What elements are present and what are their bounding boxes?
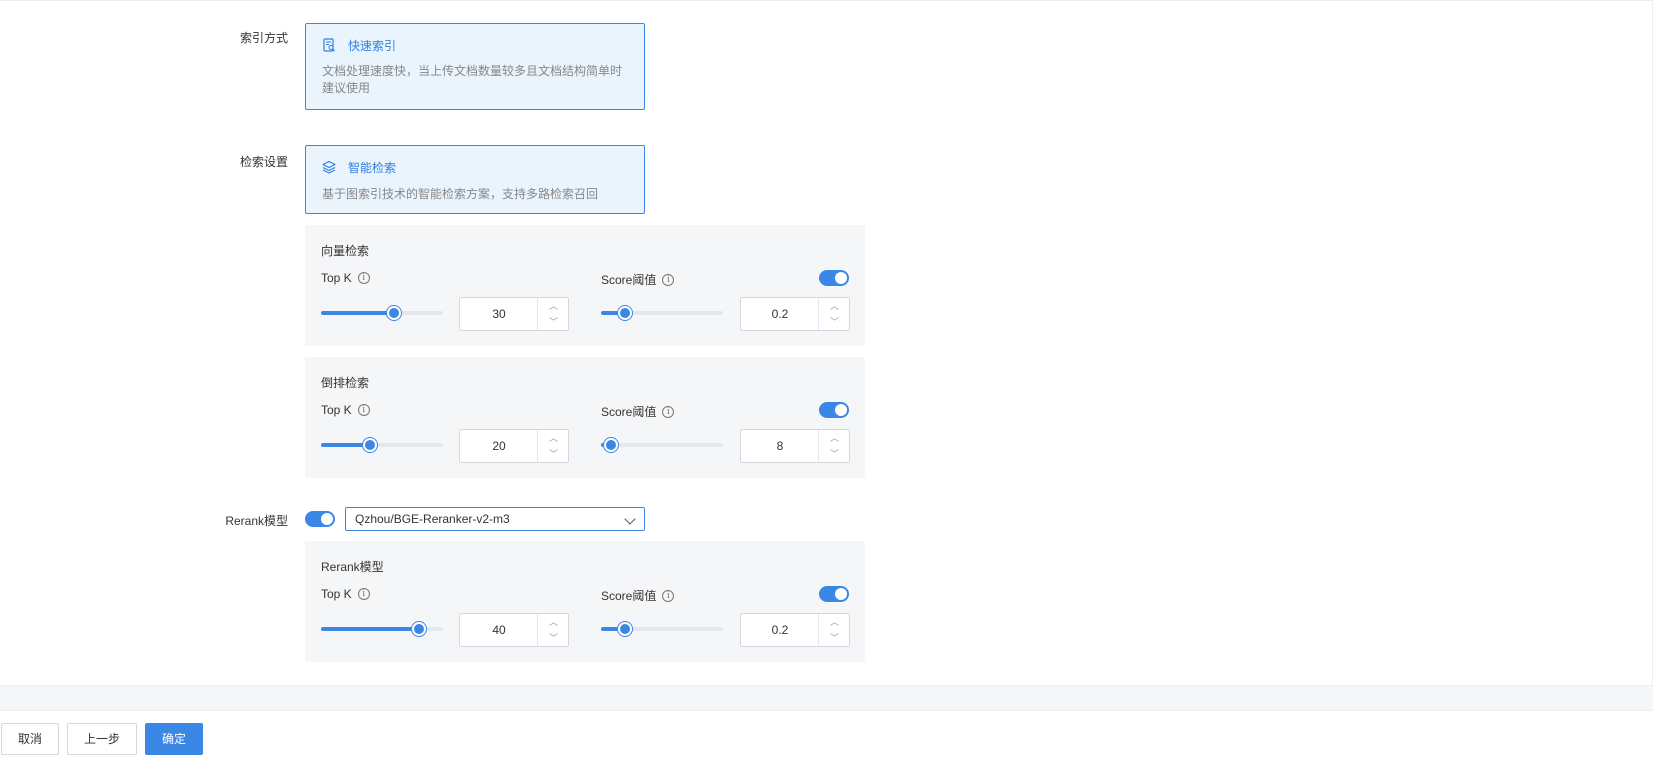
slider-thumb[interactable] xyxy=(362,438,377,452)
vector-topk-slider[interactable] xyxy=(321,306,443,320)
rerank-score-slider[interactable] xyxy=(601,622,723,636)
quick-index-desc-line2: 建议使用 xyxy=(322,81,371,95)
info-icon[interactable]: i xyxy=(357,588,370,600)
rerank-topk-input[interactable]: 40 ︿ ﹀ xyxy=(459,613,569,647)
vector-topk-value[interactable]: 30 xyxy=(460,298,538,330)
stepper-arrows: ︿ ﹀ xyxy=(537,614,568,646)
smart-retrieval-card[interactable]: 智能检索 基于图索引技术的智能检索方案，支持多路检索召回 xyxy=(305,145,645,214)
chevron-down-icon[interactable]: ﹀ xyxy=(538,630,569,646)
info-icon[interactable]: i xyxy=(662,589,675,602)
confirm-button[interactable]: 确定 xyxy=(145,723,203,755)
layers-icon xyxy=(322,160,336,174)
inverted-topk-input[interactable]: 20 ︿ ﹀ xyxy=(459,429,569,463)
vector-score-label-text: Score阈值 xyxy=(601,273,657,287)
slider-thumb[interactable] xyxy=(618,622,633,636)
vector-topk-input[interactable]: 30 ︿ ﹀ xyxy=(459,297,569,331)
inverted-topk-label: Top K i xyxy=(321,403,370,417)
vector-retrieval-panel: 向量检索 Top K i Score阈值 i 30 ︿ ﹀ 0.2 ︿ ﹀ xyxy=(305,225,865,346)
inverted-topk-value[interactable]: 20 xyxy=(460,430,538,462)
rerank-toggle[interactable] xyxy=(305,511,335,527)
chevron-down-icon[interactable]: ﹀ xyxy=(538,314,569,330)
rerank-model-select[interactable]: Qzhou/BGE-Reranker-v2-m3 xyxy=(345,507,645,531)
vector-score-label: Score阈值 i xyxy=(601,271,675,288)
chevron-down-icon[interactable]: ﹀ xyxy=(819,630,850,646)
info-icon[interactable]: i xyxy=(357,272,370,284)
chevron-up-icon[interactable]: ︿ xyxy=(819,614,850,630)
inverted-topk-slider[interactable] xyxy=(321,438,443,452)
stepper-arrows: ︿ ﹀ xyxy=(818,430,849,462)
stepper-arrows: ︿ ﹀ xyxy=(818,614,849,646)
document-search-icon xyxy=(323,38,335,52)
inverted-retrieval-title: 倒排检索 xyxy=(321,376,370,390)
stepper-arrows: ︿ ﹀ xyxy=(818,298,849,330)
info-icon[interactable]: i xyxy=(662,405,675,418)
rerank-topk-label-text: Top K xyxy=(321,587,352,601)
inverted-score-input[interactable]: 8 ︿ ﹀ xyxy=(740,429,850,463)
stepper-arrows: ︿ ﹀ xyxy=(537,298,568,330)
inverted-score-value[interactable]: 8 xyxy=(741,430,819,462)
chevron-up-icon[interactable]: ︿ xyxy=(819,430,850,446)
slider-thumb[interactable] xyxy=(618,306,633,320)
slider-thumb[interactable] xyxy=(411,622,426,636)
form-container: 索引方式 快速索引 文档处理速度快，当上传文档数量较多且文档结构简单时 建议使用… xyxy=(0,0,1653,686)
chevron-up-icon[interactable]: ︿ xyxy=(538,614,569,630)
info-icon[interactable]: i xyxy=(662,273,675,286)
rerank-score-label: Score阈值 i xyxy=(601,587,675,604)
vector-score-slider[interactable] xyxy=(601,306,723,320)
retrieval-settings-label: 检索设置 xyxy=(239,155,288,169)
vector-score-input[interactable]: 0.2 ︿ ﹀ xyxy=(740,297,850,331)
rerank-panel: Rerank模型 Top K i Score阈值 i 40 ︿ ﹀ 0.2 ︿ … xyxy=(305,541,865,662)
vector-topk-label: Top K i xyxy=(321,271,370,285)
rerank-model-value: Qzhou/BGE-Reranker-v2-m3 xyxy=(355,512,510,526)
chevron-down-icon[interactable]: ﹀ xyxy=(819,314,850,330)
chevron-up-icon[interactable]: ︿ xyxy=(538,430,569,446)
quick-index-desc-line1: 文档处理速度快，当上传文档数量较多且文档结构简单时 xyxy=(322,64,623,78)
inverted-score-label-text: Score阈值 xyxy=(601,405,657,419)
rerank-label: Rerank模型 xyxy=(225,514,288,528)
rerank-topk-value[interactable]: 40 xyxy=(460,614,538,646)
inverted-score-toggle[interactable] xyxy=(819,402,849,418)
quick-index-card[interactable]: 快速索引 文档处理速度快，当上传文档数量较多且文档结构简单时 建议使用 xyxy=(305,23,645,110)
rerank-panel-title: Rerank模型 xyxy=(321,560,384,574)
slider-thumb[interactable] xyxy=(603,438,618,452)
slider-fill xyxy=(321,311,395,315)
quick-index-title: 快速索引 xyxy=(348,39,397,53)
vector-score-toggle[interactable] xyxy=(819,270,849,286)
rerank-topk-label: Top K i xyxy=(321,587,370,601)
rerank-score-toggle[interactable] xyxy=(819,586,849,602)
vector-score-value[interactable]: 0.2 xyxy=(741,298,819,330)
chevron-down-icon[interactable]: ﹀ xyxy=(819,446,850,462)
vector-retrieval-title: 向量检索 xyxy=(321,244,370,258)
footer-bar: 取消 上一步 确定 xyxy=(0,710,1653,762)
inverted-topk-label-text: Top K xyxy=(321,403,352,417)
chevron-up-icon[interactable]: ︿ xyxy=(538,298,569,314)
vector-topk-label-text: Top K xyxy=(321,271,352,285)
slider-fill xyxy=(321,627,419,631)
chevron-down-icon[interactable]: ﹀ xyxy=(538,446,569,462)
index-method-label: 索引方式 xyxy=(239,31,288,45)
rerank-score-label-text: Score阈值 xyxy=(601,589,657,603)
info-icon[interactable]: i xyxy=(357,404,370,416)
rerank-score-value[interactable]: 0.2 xyxy=(741,614,819,646)
smart-retrieval-desc: 基于图索引技术的智能检索方案，支持多路检索召回 xyxy=(322,187,599,201)
smart-retrieval-title: 智能检索 xyxy=(348,161,397,175)
inverted-score-slider[interactable] xyxy=(601,438,723,452)
previous-step-button[interactable]: 上一步 xyxy=(67,723,137,755)
rerank-score-input[interactable]: 0.2 ︿ ﹀ xyxy=(740,613,850,647)
inverted-score-label: Score阈值 i xyxy=(601,403,675,420)
chevron-up-icon[interactable]: ︿ xyxy=(819,298,850,314)
slider-thumb[interactable] xyxy=(387,306,402,320)
rerank-topk-slider[interactable] xyxy=(321,622,443,636)
chevron-down-icon[interactable] xyxy=(624,513,636,525)
cancel-button[interactable]: 取消 xyxy=(1,723,59,755)
stepper-arrows: ︿ ﹀ xyxy=(537,430,568,462)
inverted-retrieval-panel: 倒排检索 Top K i Score阈值 i 20 ︿ ﹀ 8 ︿ ﹀ xyxy=(305,357,865,478)
